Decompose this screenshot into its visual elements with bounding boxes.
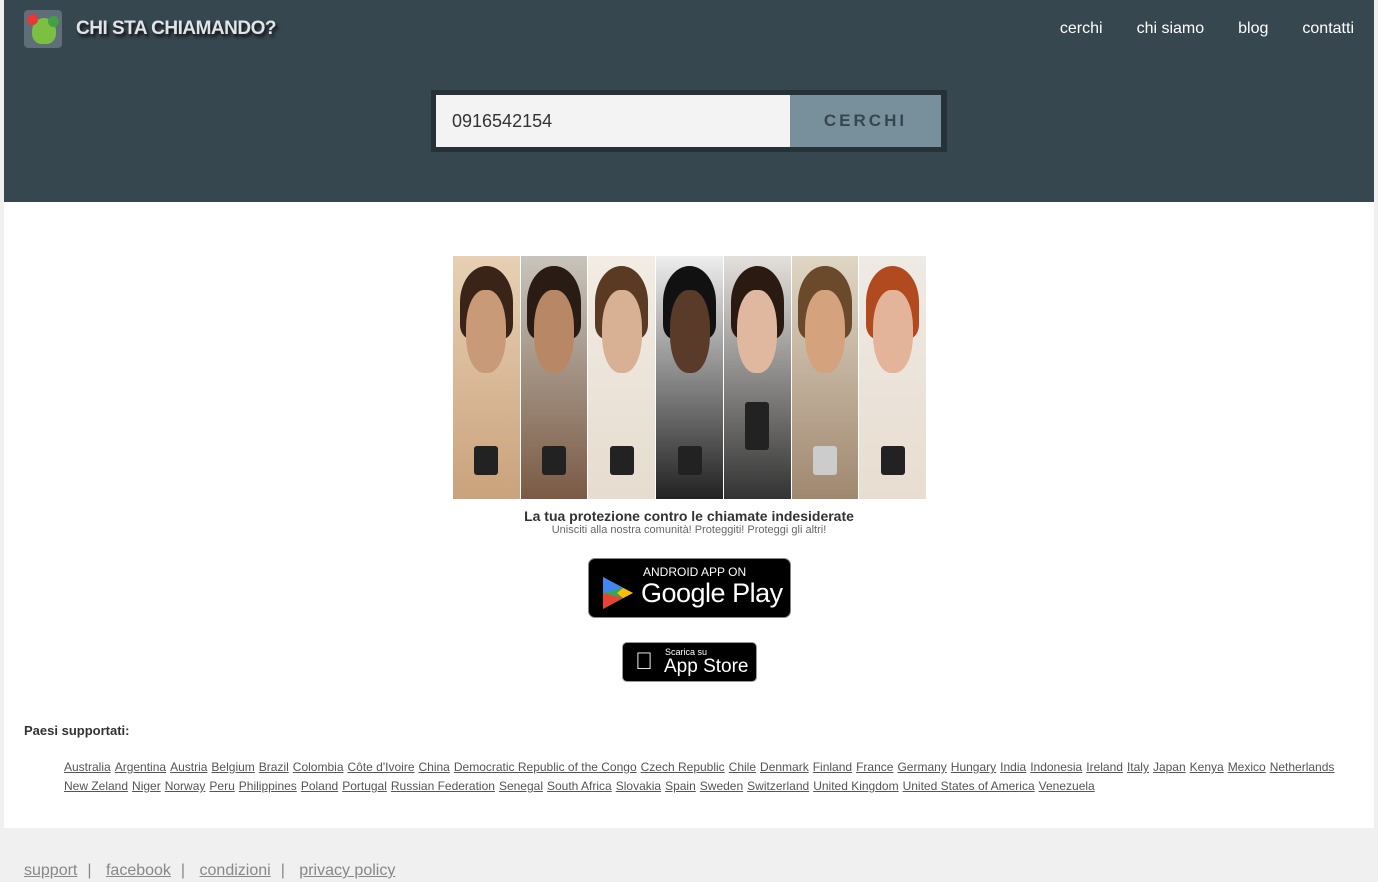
country-link[interactable]: United States of America [903,779,1035,793]
promo-headline: La tua protezione contro le chiamate ind… [524,508,854,524]
country-link[interactable]: Belgium [211,760,254,774]
country-link[interactable]: Philippines [239,779,297,793]
country-link[interactable]: France [856,760,893,774]
country-link[interactable]: Brazil [259,760,289,774]
footer-facebook[interactable]: facebook [106,862,171,879]
phone-search-input[interactable] [436,95,790,147]
country-link[interactable]: India [1000,760,1026,774]
separator: | [280,862,285,879]
country-link[interactable]: Senegal [499,779,543,793]
separator: | [180,862,186,879]
country-link[interactable]: South Africa [547,779,612,793]
main-content: La tua protezione contro le chiamate ind… [4,202,1374,828]
country-link[interactable]: Argentina [115,760,166,774]
header: CHI STA CHIAMANDO? cerchi chi siamo blog… [4,0,1374,202]
country-link[interactable]: Democratic Republic of the Congo [454,760,637,774]
google-play-icon [603,577,633,609]
country-link[interactable]: Russian Federation [391,779,495,793]
country-link[interactable]: Indonesia [1030,760,1082,774]
country-link[interactable]: Switzerland [747,779,809,793]
country-link[interactable]: Côte d'Ivoire [348,760,415,774]
country-link[interactable]: Sweden [700,779,743,793]
nav-blog[interactable]: blog [1238,20,1268,38]
country-link[interactable]: United Kingdom [813,779,898,793]
countries-list: Australia Argentina Austria Belgium Brazil Co… [64,758,1344,796]
country-link[interactable]: Japan [1153,760,1186,774]
country-link[interactable]: Mexico [1228,760,1266,774]
country-link[interactable]: Venezuela [1039,779,1095,793]
footer-privacy-policy[interactable]: privacy policy [299,862,395,879]
apple-icon:  [635,648,653,676]
country-link[interactable]: Czech Republic [641,760,725,774]
promo-subline: Unisciti alla nostra comunità! Proteggit… [551,524,827,536]
country-link[interactable]: Germany [897,760,946,774]
country-link[interactable]: Chile [729,760,756,774]
country-link[interactable]: Finland [813,760,852,774]
google-play-small: ANDROID APP ON [643,565,747,579]
footer-condizioni[interactable]: condizioni [200,862,271,879]
country-link[interactable]: China [419,760,450,774]
app-logo-icon[interactable] [24,10,62,48]
country-link[interactable]: Niger [132,779,161,793]
app-store-big: App Store [664,656,749,677]
people-with-phones-image [453,256,928,499]
footer: support | facebook | condizioni | privacy p… [24,862,395,880]
footer-support[interactable]: support [24,862,77,879]
country-link[interactable]: Poland [301,779,338,793]
country-link[interactable]: Austria [170,760,207,774]
nav-chi-siamo[interactable]: chi siamo [1137,20,1205,38]
search-form: CERCHI [431,90,947,152]
google-play-badge[interactable]: ANDROID APP ON Google Play [588,558,791,618]
app-store-badge[interactable]:  Scarica su App Store [622,642,757,682]
country-link[interactable]: Portugal [342,779,387,793]
main-nav: cerchi chi siamo blog contatti [1060,20,1354,38]
country-link[interactable]: Colombia [293,760,344,774]
site-title[interactable]: CHI STA CHIAMANDO? [76,18,276,40]
search-button[interactable]: CERCHI [790,95,941,147]
country-link[interactable]: Kenya [1190,760,1224,774]
country-link[interactable]: Denmark [760,760,809,774]
country-link[interactable]: Norway [165,779,206,793]
separator: | [87,862,92,879]
google-play-big: Google Play [641,578,783,608]
country-link[interactable]: Slovakia [616,779,661,793]
country-link[interactable]: Hungary [951,760,996,774]
country-link[interactable]: Spain [665,779,696,793]
country-link[interactable]: Australia [64,760,111,774]
country-link[interactable]: Italy [1127,760,1149,774]
country-link[interactable]: New Zeland [64,779,128,793]
country-link[interactable]: Ireland [1086,760,1123,774]
nav-cerchi[interactable]: cerchi [1060,20,1103,38]
nav-contatti[interactable]: contatti [1302,20,1354,38]
country-link[interactable]: Netherlands [1270,760,1335,774]
country-link[interactable]: Peru [209,779,234,793]
countries-label: Paesi supportati: [24,723,130,738]
